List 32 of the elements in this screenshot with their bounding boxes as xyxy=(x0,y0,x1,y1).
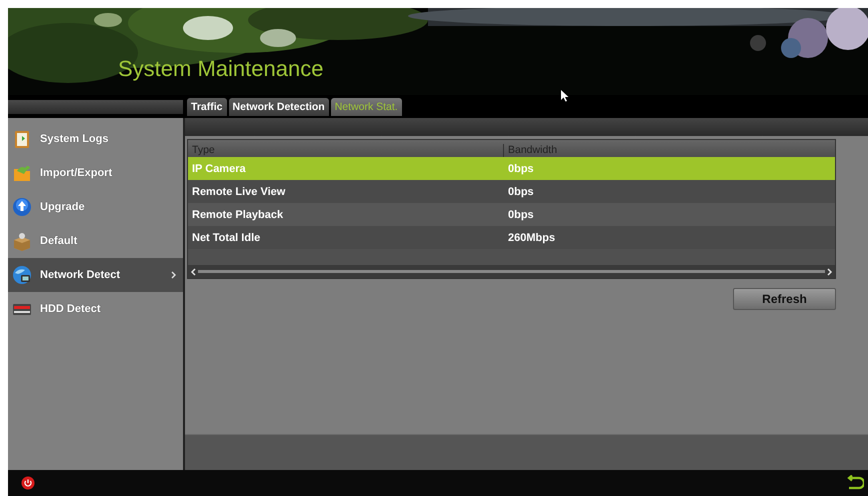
tab[interactable]: Traffic xyxy=(187,98,227,116)
table-cell-text: 260Mbps xyxy=(507,232,556,244)
table-cell-text: 0bps xyxy=(507,186,535,198)
table-cell-text: Remote Live View xyxy=(191,186,286,198)
horizontal-scrollbar[interactable] xyxy=(188,265,835,278)
table-row[interactable]: Remote Playback 0bps xyxy=(188,203,835,226)
back-icon[interactable] xyxy=(846,475,864,491)
power-icon[interactable] xyxy=(21,476,35,490)
window-title: System Maintenance xyxy=(118,56,324,82)
folder-icon xyxy=(12,163,32,183)
table-cell-text: 0bps xyxy=(507,162,535,174)
box-icon xyxy=(12,231,32,251)
table-row[interactable]: Net Total Idle 260Mbps xyxy=(188,226,835,249)
sidebar-item[interactable]: Import/Export xyxy=(8,156,183,190)
table-row[interactable]: Remote Live View 0bps xyxy=(188,180,835,203)
column-header: Bandwidth xyxy=(507,144,558,157)
tab[interactable]: Network Stat. xyxy=(330,98,402,116)
sidebar-item[interactable]: HDD Detect xyxy=(8,292,183,326)
table-cell-text: IP Camera xyxy=(191,162,247,174)
table-cell-text: Net Total Idle xyxy=(191,232,262,244)
table-cell-text: 0bps xyxy=(507,208,535,220)
refresh-button[interactable]: Refresh xyxy=(733,288,836,310)
globe-icon xyxy=(12,265,32,285)
sidebar-item[interactable]: Upgrade xyxy=(8,190,183,224)
tab[interactable]: Network Detection xyxy=(228,98,329,116)
clipboard-icon xyxy=(12,129,32,149)
sidebar-item[interactable]: Network Detect xyxy=(8,258,183,292)
sidebar-item[interactable]: System Logs xyxy=(8,122,183,156)
sidebar-item[interactable]: Default xyxy=(8,224,183,258)
table-cell-text: Remote Playback xyxy=(191,208,284,220)
chevron-icon xyxy=(171,271,176,279)
cursor-icon xyxy=(561,90,569,102)
